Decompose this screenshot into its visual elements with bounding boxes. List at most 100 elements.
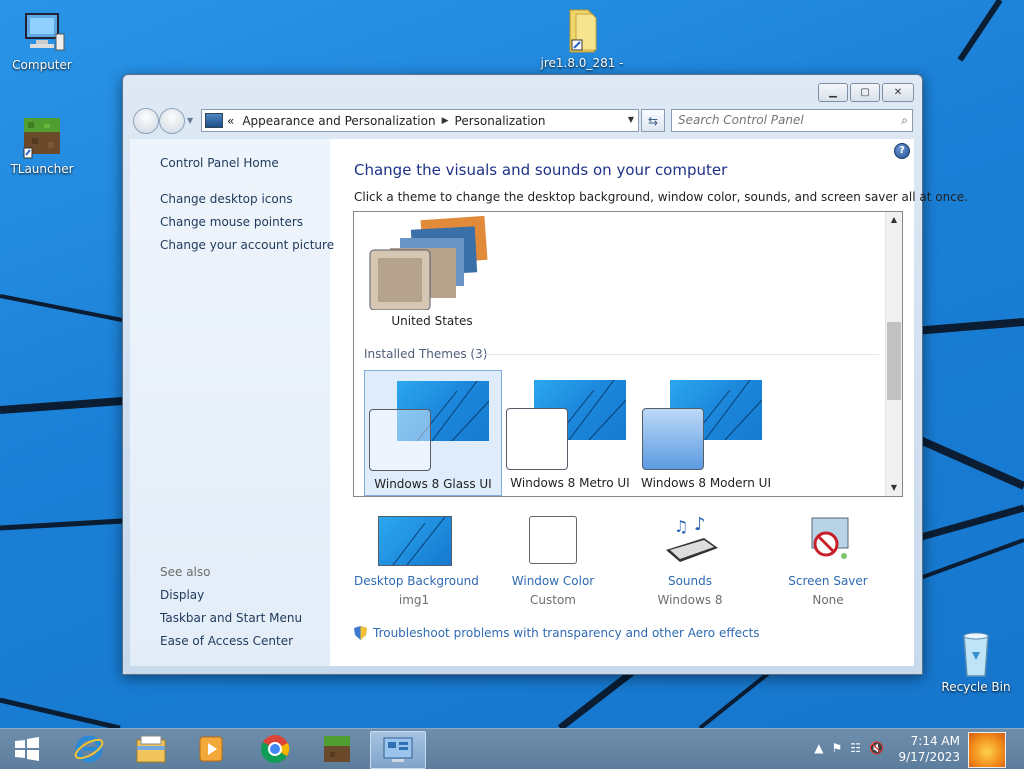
breadcrumb-appearance[interactable]: Appearance and Personalization [242,114,435,128]
desktop-icon-recycle-bin[interactable]: Recycle Bin [934,630,1018,694]
maximize-button[interactable]: ▢ [850,83,880,102]
task-pane: Control Panel Home Change desktop icons … [130,139,334,666]
forward-button[interactable] [159,108,185,134]
see-also-label: See also [160,565,211,579]
link-change-mouse-pointers[interactable]: Change mouse pointers [160,215,303,229]
window-color-icon [517,516,589,566]
desktop-icon-label: Computer [12,58,72,72]
personalization-window: ▁ ▢ ✕ ▼ « Appearance and Personalization… [122,74,968,675]
internet-explorer-icon [74,735,104,763]
help-icon[interactable]: ? [894,143,910,159]
window-controls: ▁ ▢ ✕ [818,83,914,102]
desktop-icon-label: TLauncher [10,162,74,176]
close-icon: ✕ [893,87,903,98]
search-icon[interactable]: ⌕ [901,113,908,128]
main-pane: ? Change the visuals and sounds on your … [330,139,968,666]
clock[interactable]: 7:14 AM 9/17/2023 [898,733,960,765]
clock-date: 9/17/2023 [898,750,960,764]
computer-icon [18,8,66,56]
page-subtitle: Click a theme to change the desktop back… [354,190,968,204]
desktop-icon-jre[interactable]: jre1.8.0_281 - [540,6,624,70]
window-color-link[interactable]: Window Color [493,574,613,588]
close-button[interactable]: ✕ [882,83,914,102]
sounds-link[interactable]: Sounds [630,574,750,588]
shield-icon [354,626,367,640]
recent-pages-dropdown[interactable]: ▼ [187,116,193,125]
search-input[interactable] [672,110,894,129]
sounds-value: Windows 8 [657,593,723,607]
window-color-value: Custom [530,593,576,607]
screen-saver-link[interactable]: Screen Saver [768,574,888,588]
svg-text:♫: ♫ [674,517,688,536]
troubleshoot-text[interactable]: Troubleshoot problems with transparency … [373,626,760,640]
search-box[interactable]: ⌕ [671,109,913,132]
desktop-icon-computer[interactable]: Computer [0,8,84,72]
user-flower-picture[interactable] [968,732,1006,768]
navigation-bar: ▼ « Appearance and Personalization ▶ Per… [131,108,914,134]
troubleshoot-link[interactable]: Troubleshoot problems with transparency … [354,626,760,640]
volume-muted-icon[interactable]: 🔇 [869,741,884,755]
taskbar-control-panel[interactable] [370,731,426,769]
desktop-background-link[interactable]: Desktop Background [354,574,479,588]
grass-block-icon [324,736,350,762]
taskbar-chrome[interactable] [248,731,302,767]
desktop-background-value: img1 [398,593,430,607]
minimize-button[interactable]: ▁ [818,83,848,102]
scroll-thumb[interactable] [887,322,901,400]
screen-saver-item[interactable]: Screen Saver None [768,516,888,607]
taskbar-internet-explorer[interactable] [62,731,116,767]
desktop-icon-label: jre1.8.0_281 - [540,56,624,70]
sounds-keyboard-icon: ♫ ♪ [654,514,726,566]
address-overflow[interactable]: « [227,114,234,128]
link-display[interactable]: Display [160,588,204,602]
content-area: Control Panel Home Change desktop icons … [130,139,968,666]
chrome-icon [261,735,290,764]
desktop-background-icon [378,516,452,566]
link-ease-of-access[interactable]: Ease of Access Center [160,634,293,648]
show-hidden-icons-icon[interactable]: ▲ [814,741,823,755]
taskbar-tlauncher[interactable] [310,731,364,767]
link-taskbar-start-menu[interactable]: Taskbar and Start Menu [160,611,302,625]
desktop-icon-label: Recycle Bin [941,680,1011,694]
media-player-icon [199,736,223,762]
section-divider [474,354,879,355]
desktop-background-item[interactable]: Desktop Background img1 [354,516,479,607]
united-states-theme-icon [369,215,488,310]
scroll-up-icon[interactable]: ▲ [886,212,902,228]
link-control-panel-home[interactable]: Control Panel Home [160,156,279,170]
start-button[interactable] [0,731,54,767]
address-bar[interactable]: « Appearance and Personalization ▶ Perso… [201,109,639,132]
refresh-button[interactable]: ⇆ [641,109,665,132]
minimize-icon: ▁ [829,87,837,98]
svg-text:♪: ♪ [694,516,706,535]
window-color-item[interactable]: Window Color Custom [493,516,613,607]
action-center-flag-icon[interactable]: ⚑ [832,741,843,755]
theme-name: United States [391,314,473,328]
windows-logo-icon [15,737,39,761]
link-change-desktop-icons[interactable]: Change desktop icons [160,192,293,206]
breadcrumb-personalization[interactable]: Personalization [455,114,546,128]
screen-saver-icon [792,516,864,566]
notification-area: ▲ ⚑ ☷ 🔇 [814,741,884,755]
clock-time: 7:14 AM [910,734,960,748]
desktop-icon-tlauncher[interactable]: TLauncher [0,112,84,176]
refresh-icon: ⇆ [647,113,659,128]
recycle-bin-icon [952,630,1000,678]
customization-row: Desktop Background img1 Window Color Cus… [354,445,914,607]
address-dropdown-icon[interactable]: ▼ [628,115,634,124]
theme-united-states[interactable]: United States [364,214,500,332]
link-change-account-picture[interactable]: Change your account picture [160,238,334,252]
sounds-item[interactable]: ♫ ♪ Sounds Windows 8 [630,514,750,607]
control-panel-icon [205,113,223,128]
taskbar-media-player[interactable] [184,731,238,767]
screen-saver-value: None [812,593,844,607]
network-icon[interactable]: ☷ [850,741,861,755]
installed-themes-header: Installed Themes (3) [364,347,488,361]
folder-shortcut-icon [558,6,606,54]
back-button[interactable] [133,108,159,134]
taskbar-file-explorer[interactable] [124,731,178,767]
grass-block-icon [18,112,66,160]
taskbar: ▲ ⚑ ☷ 🔇 7:14 AM 9/17/2023 [0,728,1024,769]
breadcrumb-separator-icon[interactable]: ▶ [442,116,449,126]
maximize-icon: ▢ [860,87,870,98]
